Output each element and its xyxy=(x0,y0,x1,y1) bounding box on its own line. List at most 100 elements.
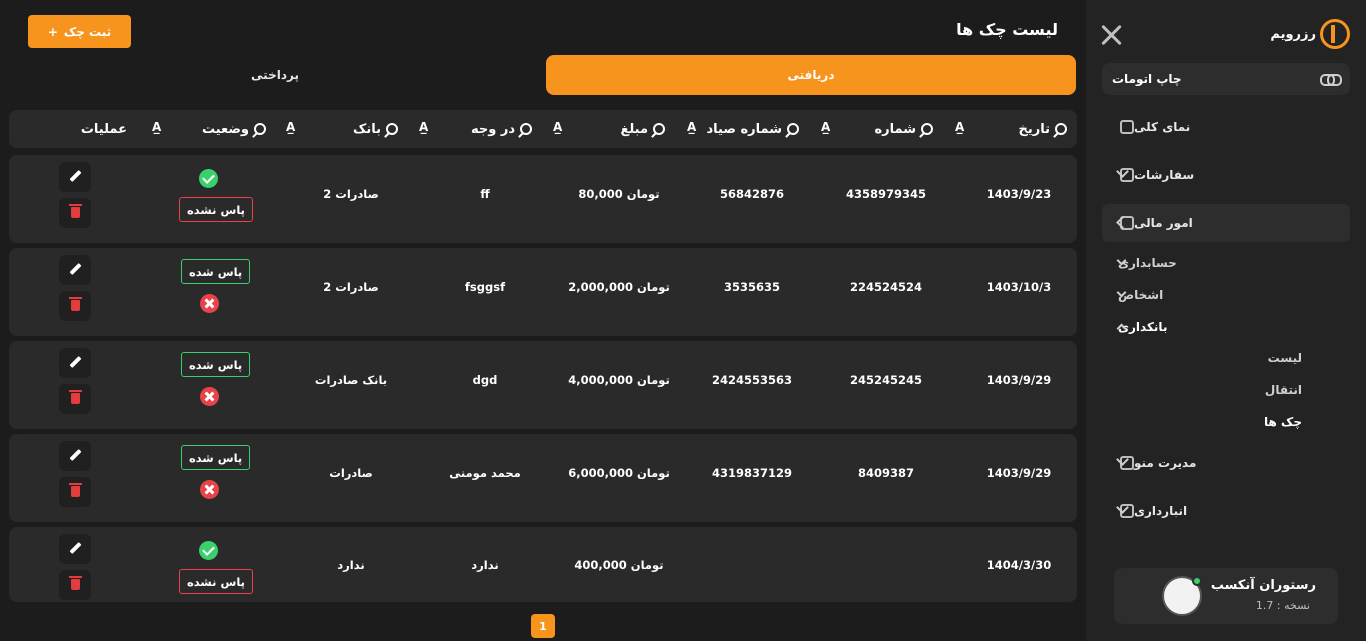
column-payee[interactable]: در وجه xyxy=(471,110,532,148)
page-button[interactable]: 1 xyxy=(531,614,555,638)
cell-sayad: 3535635 xyxy=(723,280,781,294)
sidebar-item-overview[interactable]: نمای کلی xyxy=(1102,108,1350,146)
cell-date: 1403/9/29 xyxy=(986,373,1052,387)
cell-number: 224524524 xyxy=(849,280,923,294)
sidebar-sub-label: حسابداری xyxy=(1118,256,1177,270)
sidebar-item-label: انبارداری xyxy=(1134,504,1188,518)
sidebar-sub-persons[interactable]: اشخاص xyxy=(1116,284,1318,306)
status-badge: پاس شده xyxy=(181,352,251,377)
sidebar-leaf-checks[interactable]: چک ها xyxy=(1264,415,1302,429)
sort-icon[interactable]: A̲ xyxy=(821,120,830,134)
cell-amount: 80,000 تومان xyxy=(578,187,660,201)
sidebar-item-menu[interactable]: مدیرت منو xyxy=(1102,444,1350,482)
sidebar-leaf-list[interactable]: لیست xyxy=(1268,351,1302,365)
column-bank[interactable]: بانک xyxy=(353,110,398,148)
link-icon xyxy=(1320,74,1342,86)
cell-bank: بانک صادرات xyxy=(314,373,388,387)
edit-button[interactable] xyxy=(59,534,91,564)
main-panel: لیست چک ها + ثبت چک دریافتی پرداختی تاری… xyxy=(0,0,1086,641)
cell-payee: fsggsf xyxy=(464,280,506,294)
column-date[interactable]: تاریخ xyxy=(1018,110,1067,148)
logo-icon xyxy=(1320,19,1350,49)
delete-button[interactable] xyxy=(59,477,91,507)
search-icon[interactable] xyxy=(520,123,532,135)
app-version: نسخه : 1.7 xyxy=(1255,599,1310,612)
search-icon[interactable] xyxy=(653,123,665,135)
sidebar-item-finance[interactable]: امور مالی xyxy=(1102,204,1350,242)
sidebar-item-label: سفارشات xyxy=(1134,168,1195,182)
edit-button[interactable] xyxy=(59,441,91,471)
cell-amount: 6,000,000 تومان xyxy=(568,466,670,480)
table-row: 1403/10/3 224524524 3535635 2,000,000 تومان… xyxy=(9,248,1077,336)
sidebar-sub-banking[interactable]: بانکداری xyxy=(1116,316,1318,338)
trash-icon xyxy=(69,576,82,590)
cell-date: 1403/9/23 xyxy=(986,187,1052,201)
edit-button[interactable] xyxy=(59,348,91,378)
pencil-icon xyxy=(69,448,82,462)
column-payee-label: در وجه xyxy=(470,121,515,137)
add-check-button[interactable]: + ثبت چک xyxy=(28,15,131,48)
search-icon[interactable] xyxy=(1055,123,1067,135)
cell-amount: 2,000,000 تومان xyxy=(568,280,670,294)
pencil-icon xyxy=(69,355,82,369)
delete-button[interactable] xyxy=(59,384,91,414)
auto-print-toggle[interactable]: چاپ اتومات xyxy=(1102,63,1350,95)
column-amount-label: مبلغ xyxy=(620,121,648,137)
cell-number: 4358979345 xyxy=(845,187,927,201)
search-icon[interactable] xyxy=(254,123,266,135)
sidebar-item-orders[interactable]: سفارشات xyxy=(1102,156,1350,194)
column-status-label: وضعیت xyxy=(201,121,249,137)
edit-button[interactable] xyxy=(59,162,91,192)
profile-name: رستوران آنکسب xyxy=(1210,578,1316,593)
close-icon[interactable] xyxy=(1098,22,1124,48)
cell-bank: ندارد xyxy=(337,558,365,572)
cell-date: 1403/10/3 xyxy=(986,280,1052,294)
search-icon[interactable] xyxy=(921,123,933,135)
delete-button[interactable] xyxy=(59,570,91,600)
delete-button[interactable] xyxy=(59,198,91,228)
cell-amount: 4,000,000 تومان xyxy=(568,373,670,387)
search-icon[interactable] xyxy=(386,123,398,135)
pencil-icon xyxy=(69,169,82,183)
column-status[interactable]: وضعیت xyxy=(202,110,266,148)
tab-received[interactable]: دریافتی xyxy=(546,55,1076,95)
cell-number: 245245245 xyxy=(849,373,923,387)
sort-icon[interactable]: A̲ xyxy=(286,120,295,134)
delete-button[interactable] xyxy=(59,291,91,321)
profile-card[interactable]: رستوران آنکسب نسخه : 1.7 xyxy=(1114,568,1338,624)
tab-paid[interactable]: پرداختی xyxy=(10,55,540,95)
check-circle-icon xyxy=(199,541,218,560)
column-amount[interactable]: مبلغ xyxy=(620,110,665,148)
table-header: تاریخ A̲ شماره A̲ شماره صیاد A̲ مبلغ A̲ … xyxy=(9,110,1077,148)
sort-icon[interactable]: A̲ xyxy=(419,120,428,134)
sort-icon[interactable]: A̲ xyxy=(687,120,696,134)
sort-icon[interactable]: A̲ xyxy=(152,120,161,134)
cell-date: 1404/3/30 xyxy=(986,558,1052,572)
edit-button[interactable] xyxy=(59,255,91,285)
cell-bank: صادرات xyxy=(329,466,373,480)
cross-circle-icon xyxy=(200,294,219,313)
add-check-label: ثبت چک xyxy=(63,24,112,39)
column-bank-label: بانک xyxy=(353,121,381,137)
table-row: 1403/9/29 8409387 4319837129 6,000,000 توما… xyxy=(9,434,1077,522)
cell-bank: صادرات 2 xyxy=(323,187,379,201)
status-badge: پاس نشده xyxy=(179,569,253,594)
column-sayad[interactable]: شماره صیاد xyxy=(707,110,799,148)
trash-icon xyxy=(69,483,82,497)
home-icon xyxy=(1120,120,1134,134)
logo-text: رزرویم xyxy=(1270,26,1316,42)
cell-payee: ff xyxy=(480,187,490,201)
column-number[interactable]: شماره xyxy=(874,110,933,148)
sort-icon[interactable]: A̲ xyxy=(955,120,964,134)
page-title: لیست چک ها xyxy=(956,20,1058,39)
sidebar-leaf-transfer[interactable]: انتقال xyxy=(1265,383,1302,397)
pencil-icon xyxy=(69,541,82,555)
search-icon[interactable] xyxy=(787,123,799,135)
cell-sayad: 4319837129 xyxy=(711,466,793,480)
sort-icon[interactable]: A̲ xyxy=(553,120,562,134)
status-badge: پاس شده xyxy=(181,445,251,470)
sidebar-item-label: امور مالی xyxy=(1134,216,1193,230)
column-date-label: تاریخ xyxy=(1018,121,1051,137)
sidebar-sub-accounting[interactable]: حسابداری xyxy=(1116,252,1318,274)
sidebar-item-warehouse[interactable]: انبارداری xyxy=(1102,492,1350,530)
